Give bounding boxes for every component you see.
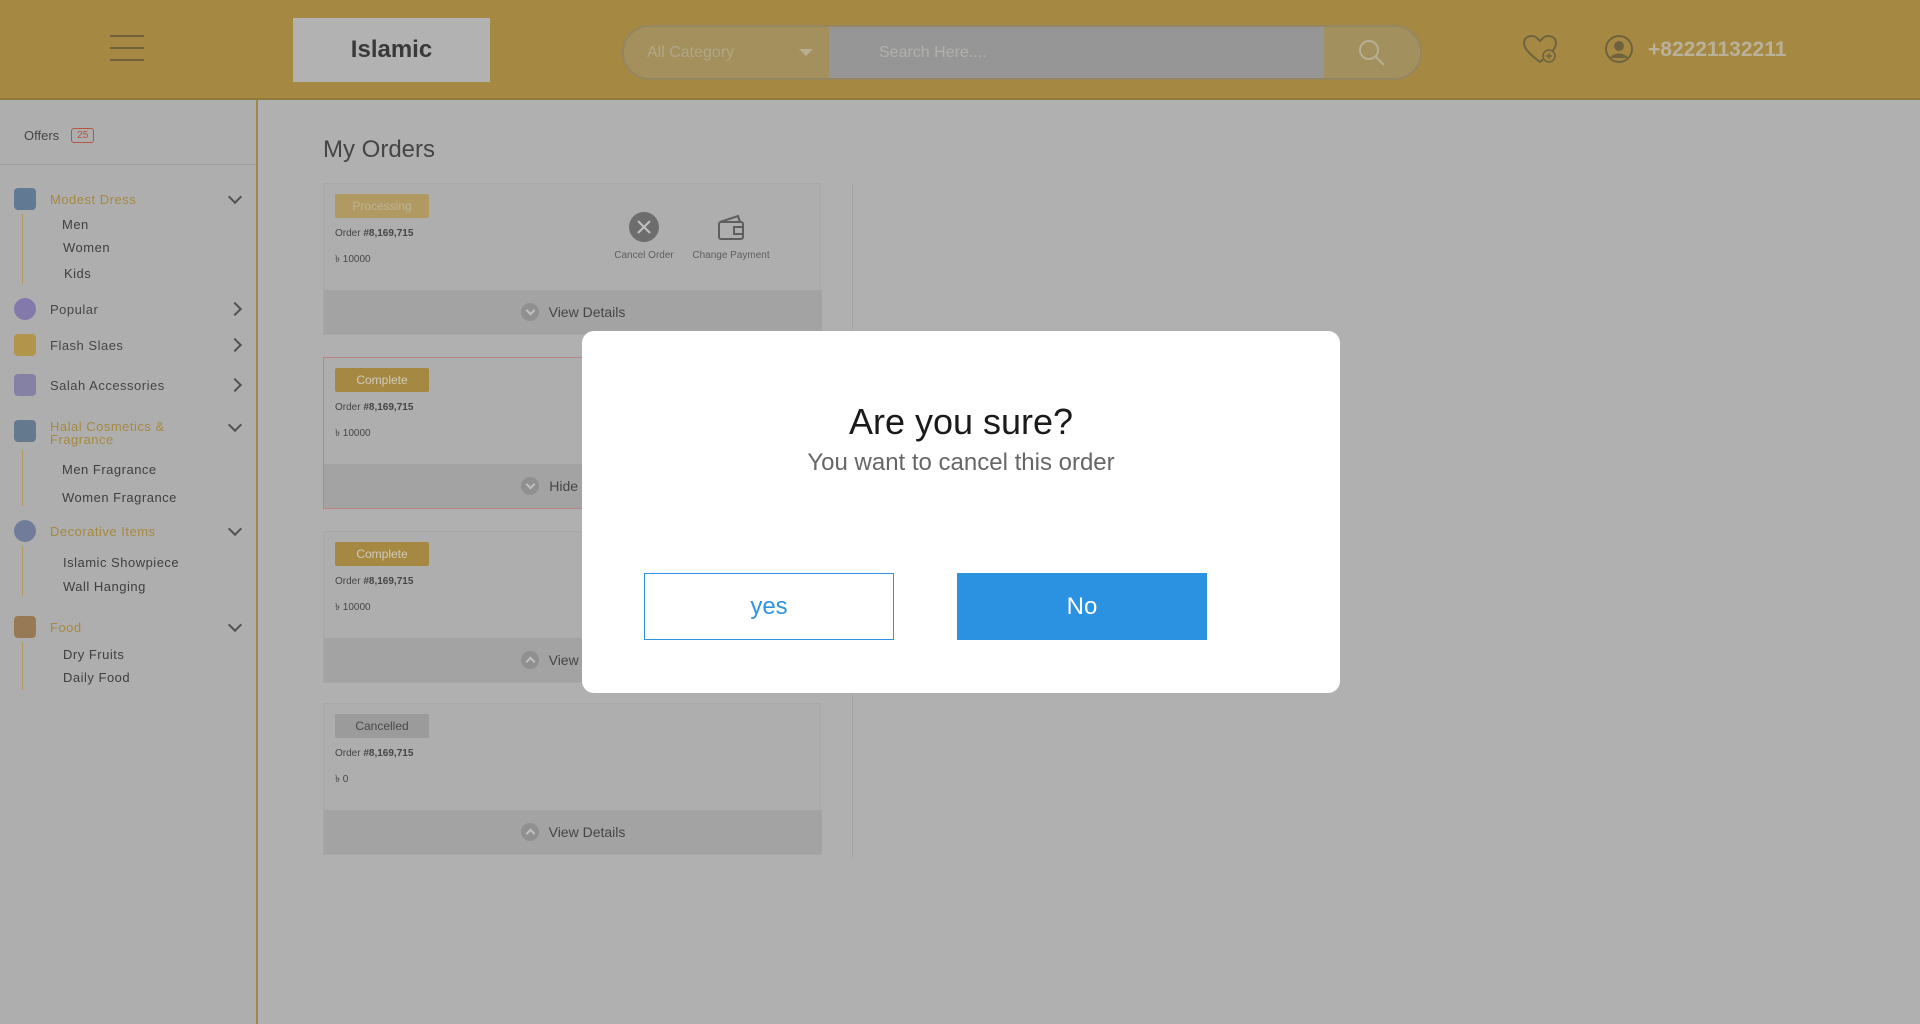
confirm-cancel-dialog: Are you sure? You want to cancel this or… bbox=[582, 331, 1340, 693]
dialog-message: You want to cancel this order bbox=[807, 449, 1115, 476]
dialog-title: Are you sure? bbox=[848, 401, 1074, 442]
no-button[interactable]: No bbox=[957, 573, 1207, 640]
yes-button[interactable]: yes bbox=[644, 573, 894, 640]
